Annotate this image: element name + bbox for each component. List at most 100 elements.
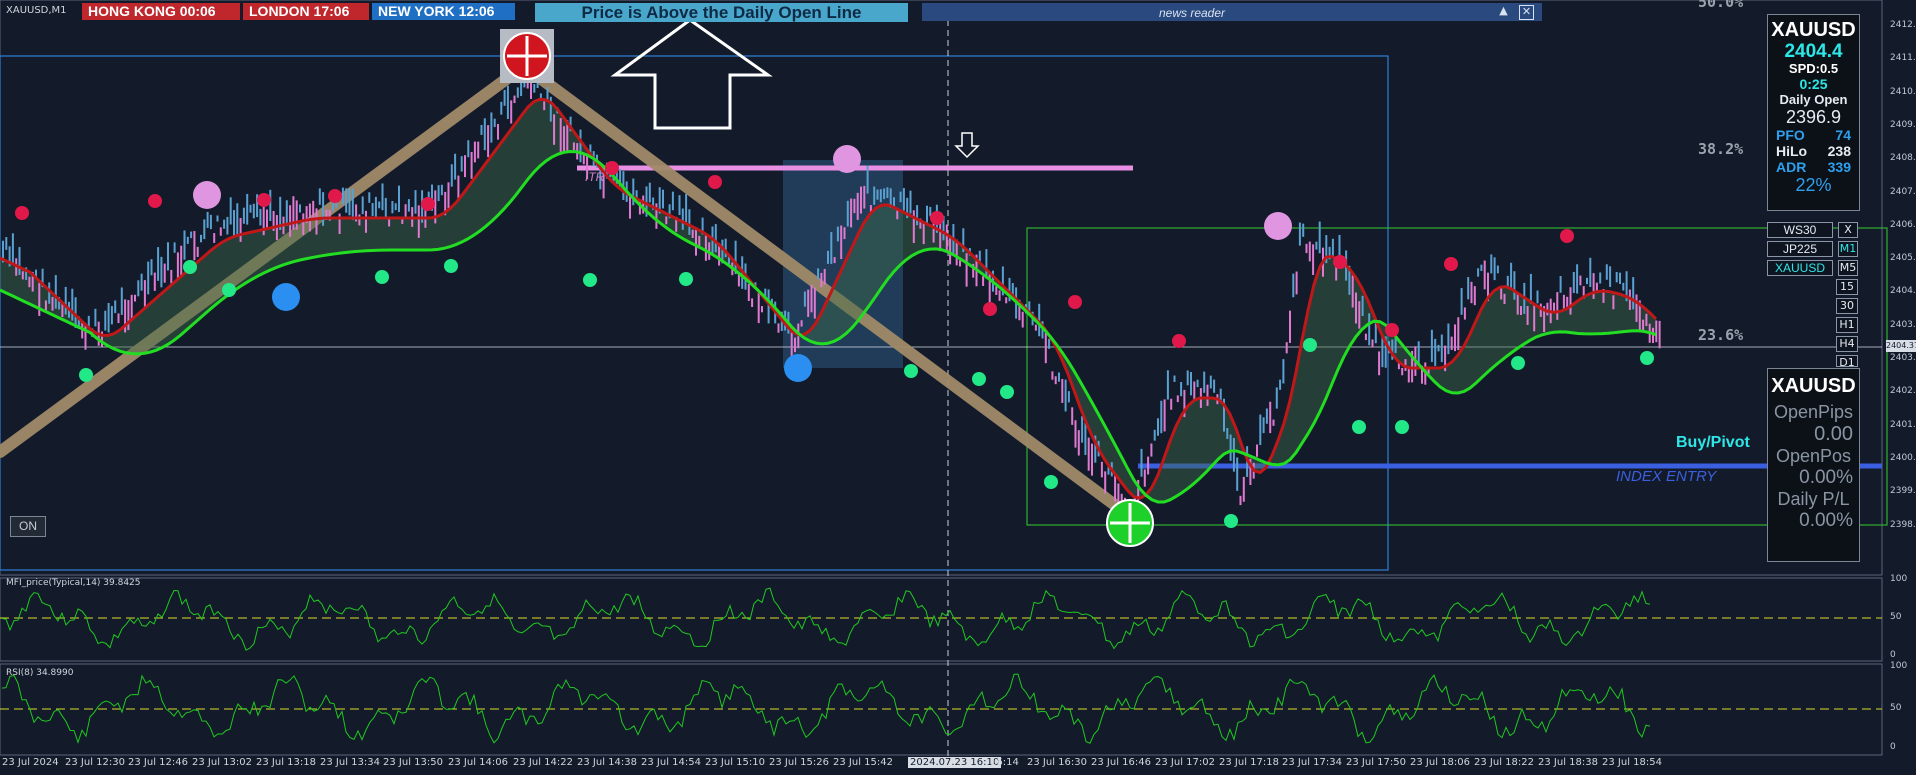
candle [1289, 310, 1291, 343]
candle [1490, 254, 1493, 274]
candle [94, 308, 97, 327]
info-hilo-label: HiLo [1776, 143, 1808, 159]
time-tick-label: 23 Jul 17:18 [1219, 757, 1279, 768]
candle [803, 291, 806, 307]
swing-high-dot [1444, 257, 1458, 271]
price-chart[interactable] [0, 0, 1916, 775]
daily-open-status-banner: Price is Above the Daily Open Line [535, 3, 908, 22]
candle [371, 203, 374, 217]
candle [219, 227, 222, 236]
watchlist-xauusd[interactable]: XAUUSD [1767, 260, 1833, 276]
pivot-high-dot [1264, 212, 1292, 240]
time-tick-label: 23 Jul 14:38 [577, 757, 637, 768]
timeframe-30[interactable]: 30 [1836, 298, 1858, 314]
chart-symbol-title: XAUUSD,M1 [6, 5, 67, 16]
candle [1048, 338, 1051, 349]
candle [193, 231, 196, 261]
candle [856, 192, 859, 220]
candle [543, 101, 546, 111]
timeframe-h4[interactable]: H4 [1836, 336, 1858, 352]
info-daily-open-label: Daily Open [1779, 92, 1848, 107]
timeframe-d1[interactable]: D1 [1836, 355, 1858, 367]
candle [1520, 306, 1522, 316]
swing-high-dot [708, 175, 722, 189]
candle [266, 209, 268, 228]
candle [1279, 379, 1282, 390]
candle [269, 189, 272, 222]
mfi-level-0: 0 [1890, 650, 1896, 660]
candle [1331, 238, 1334, 257]
swing-high-dot [605, 161, 619, 175]
price-tick-label: 2407.90 [1890, 186, 1916, 197]
candle [236, 203, 239, 236]
candle [1054, 376, 1057, 385]
candle [1305, 243, 1308, 254]
candle [1371, 339, 1374, 348]
candle [292, 196, 295, 230]
candle [1298, 222, 1301, 246]
candle [173, 242, 176, 253]
candle [1104, 471, 1107, 494]
watchlist-xauusd-tf[interactable]: M5 [1838, 260, 1858, 276]
price-tick-label: 2402.10 [1890, 386, 1916, 397]
watchlist-ws30-tf[interactable]: X [1838, 222, 1858, 238]
watchlist-jp225[interactable]: JP225 [1767, 241, 1833, 257]
news-reader-bar[interactable]: news reader ▲ ✕ [922, 3, 1542, 21]
candle [130, 294, 133, 319]
candle [473, 141, 476, 163]
candle [820, 272, 823, 288]
candle [381, 183, 384, 211]
candle [134, 294, 136, 302]
timeframe-15[interactable]: 15 [1836, 279, 1858, 295]
watchlist-jp225-tf[interactable]: M1 [1838, 241, 1858, 257]
candle [358, 214, 361, 226]
price-tick-label: 2403.90 [1890, 319, 1916, 330]
candle [1599, 272, 1602, 284]
candle [893, 197, 895, 207]
candle [807, 289, 810, 317]
candle [860, 186, 862, 214]
time-tick-label: 23 Jul 15:42 [833, 757, 893, 768]
timeframe-h1[interactable]: H1 [1836, 317, 1858, 333]
mfi-title: MFI_price(Typical,14) 39.8425 [6, 578, 141, 588]
candle [909, 190, 912, 214]
candle [120, 287, 123, 315]
time-tick-label: 23 Jul 13:18 [256, 757, 316, 768]
swing-high-dot [1333, 255, 1347, 269]
candle [1285, 342, 1288, 354]
candle [1473, 286, 1476, 306]
candle [226, 216, 229, 235]
on-toggle-button[interactable]: ON [10, 516, 46, 537]
candle [1533, 304, 1536, 332]
info-timer: 0:25 [1799, 76, 1828, 92]
close-icon[interactable]: ✕ [1519, 5, 1534, 20]
time-tick-label: 23 Jul 18:54 [1602, 757, 1662, 768]
watchlist-ws30[interactable]: WS30 [1767, 222, 1833, 238]
mfi-level-50: 50 [1890, 612, 1902, 622]
candle [1579, 275, 1582, 286]
candle [1572, 271, 1575, 294]
candle [183, 230, 186, 260]
candle [487, 125, 490, 158]
candle [879, 189, 882, 203]
candle [1470, 281, 1473, 304]
candle [833, 257, 836, 264]
candle [223, 219, 226, 229]
candle [394, 203, 397, 211]
candle [1586, 277, 1588, 285]
candle [520, 81, 523, 97]
candle [1480, 264, 1483, 271]
candle [361, 196, 364, 215]
price-tick-label: 2412.90 [1890, 20, 1916, 30]
candle [457, 175, 460, 199]
collapse-icon[interactable]: ▲ [1497, 5, 1510, 18]
candle [1265, 408, 1268, 424]
candle [579, 129, 582, 163]
candle [751, 298, 754, 308]
candle [1503, 293, 1506, 305]
candle [104, 310, 107, 331]
candle [114, 300, 117, 314]
candle [1295, 271, 1298, 295]
candle [1553, 302, 1555, 312]
candle [1140, 448, 1143, 477]
